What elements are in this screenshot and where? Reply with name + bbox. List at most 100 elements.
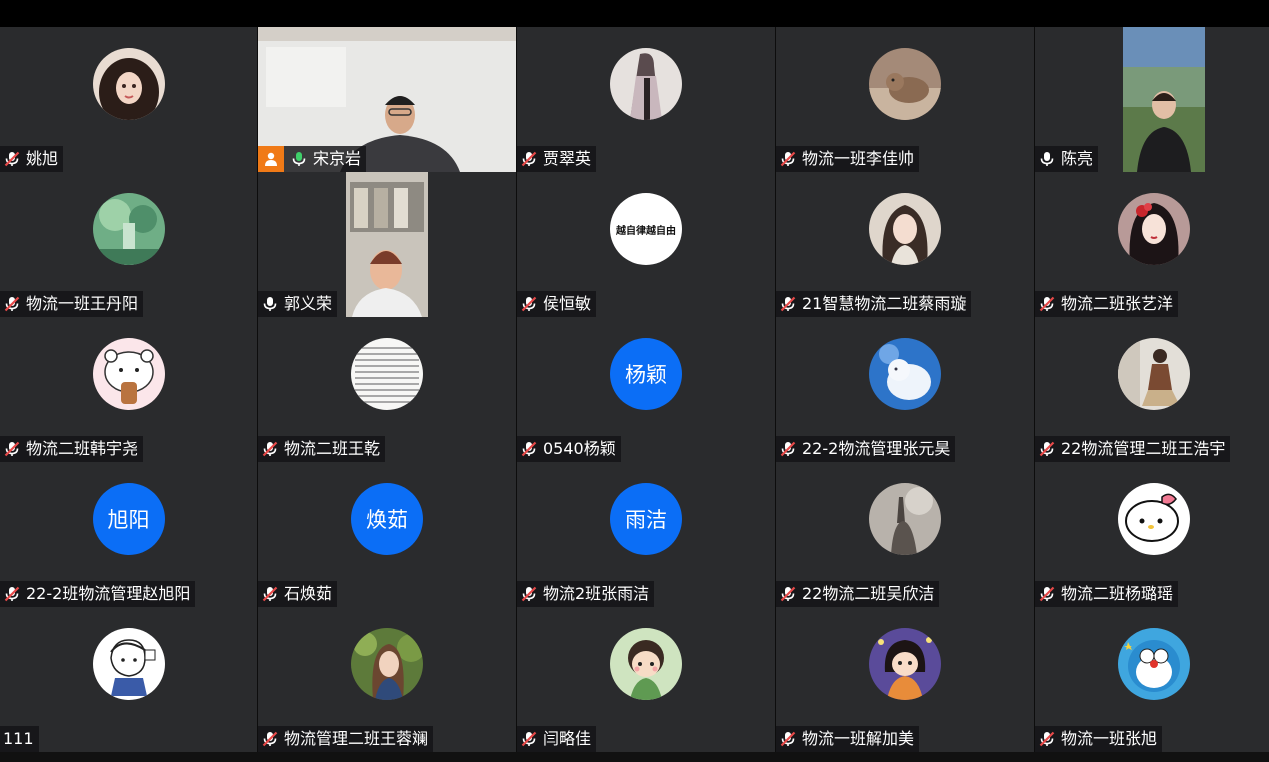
participant-avatar: 越自律越自由: [610, 193, 682, 265]
participant-name: 物流一班王丹阳: [26, 294, 139, 313]
participant-name-tag: 21智慧物流二班蔡雨璇: [776, 291, 972, 317]
participant-name: 物流管理二班王蓉斓: [284, 729, 429, 748]
participant-name: 宋京岩: [313, 149, 362, 168]
mic-muted-icon: [1038, 585, 1056, 603]
participant-initials-avatar: 旭阳: [92, 483, 165, 555]
participant-tile[interactable]: 111: [0, 607, 257, 752]
participant-name: 石焕茹: [284, 584, 333, 603]
participant-grid: 姚旭 宋京岩 贾翠英 物流一班李佳帅 陈亮 物流一班王丹阳 郭义荣 越自律越自由…: [0, 27, 1269, 752]
top-bar: [0, 0, 1269, 27]
participant-tile[interactable]: 杨颖 0540杨颖: [517, 317, 775, 462]
participant-name: 物流二班张艺洋: [1061, 294, 1174, 313]
participant-name-tag: 物流一班李佳帅: [776, 146, 920, 172]
mic-muted-icon: [3, 295, 21, 313]
participant-name: 贾翠英: [543, 149, 592, 168]
participant-name: 物流一班李佳帅: [802, 149, 915, 168]
participant-name-tag: 陈亮: [1035, 146, 1099, 172]
participant-avatar: [869, 628, 941, 700]
mic-muted-icon: [520, 440, 538, 458]
participant-tile[interactable]: 物流一班解加美: [776, 607, 1034, 752]
participant-tile[interactable]: 22物流管理二班王浩宇: [1035, 317, 1269, 462]
participant-avatar: [869, 483, 941, 555]
participant-name: 22-2物流管理张元昊: [802, 439, 951, 458]
participant-tile[interactable]: 物流一班张旭: [1035, 607, 1269, 752]
participant-name-tag: 物流二班张艺洋: [1035, 291, 1179, 317]
participant-name: 22物流二班吴欣洁: [802, 584, 935, 603]
participant-name-tag: 物流2班张雨洁: [517, 581, 655, 607]
participant-tile[interactable]: 物流二班韩宇尧: [0, 317, 257, 462]
mic-muted-icon: [1038, 440, 1056, 458]
mic-muted-icon: [779, 295, 797, 313]
participant-avatar: [92, 628, 165, 700]
mic-unmuted-icon: [1038, 150, 1056, 168]
participant-tile[interactable]: 姚旭: [0, 27, 257, 172]
participant-name: 物流2班张雨洁: [543, 584, 650, 603]
participant-name-tag: 姚旭: [0, 146, 64, 172]
mic-muted-icon: [779, 150, 797, 168]
participant-name-tag: 物流一班王丹阳: [0, 291, 144, 317]
participant-name: 侯恒敏: [543, 294, 592, 313]
participant-name: 物流二班杨璐瑶: [1061, 584, 1174, 603]
participant-avatar: [1118, 193, 1190, 265]
participant-name: 姚旭: [26, 149, 59, 168]
participant-avatar: [1118, 483, 1190, 555]
participant-tile[interactable]: 22物流二班吴欣洁: [776, 462, 1034, 607]
host-badge-icon: [258, 146, 284, 172]
participant-avatar: [869, 48, 941, 120]
participant-tile[interactable]: 贾翠英: [517, 27, 775, 172]
participant-avatar: [1118, 338, 1190, 410]
participant-name: 0540杨颖: [543, 439, 616, 458]
participant-tile[interactable]: 物流二班杨璐瑶: [1035, 462, 1269, 607]
participant-avatar: [92, 193, 165, 265]
mic-muted-icon: [1038, 295, 1056, 313]
participant-name-tag: 22-2物流管理张元昊: [776, 436, 956, 462]
bottom-bar: [0, 752, 1269, 762]
participant-initials-avatar: 焕茹: [351, 483, 423, 555]
participant-name-tag: 贾翠英: [517, 146, 597, 172]
participant-avatar: [351, 628, 423, 700]
participant-tile[interactable]: 闫略佳: [517, 607, 775, 752]
participant-tile[interactable]: 物流一班李佳帅: [776, 27, 1034, 172]
participant-video: [1123, 27, 1205, 172]
participant-name: 111: [3, 729, 34, 748]
participant-initials-avatar: 杨颖: [610, 338, 682, 410]
avatar-calligraphy: 越自律越自由: [615, 224, 676, 237]
participant-tile[interactable]: 越自律越自由 侯恒敏: [517, 172, 775, 317]
mic-muted-icon: [3, 585, 21, 603]
mic-muted-icon: [3, 150, 21, 168]
participant-tile[interactable]: 物流一班王丹阳: [0, 172, 257, 317]
participant-name-tag: 闫略佳: [517, 726, 597, 752]
participant-avatar: [869, 193, 941, 265]
participant-name: 闫略佳: [543, 729, 592, 748]
participant-tile[interactable]: 22-2物流管理张元昊: [776, 317, 1034, 462]
participant-tile[interactable]: 21智慧物流二班蔡雨璇: [776, 172, 1034, 317]
participant-name: 陈亮: [1061, 149, 1094, 168]
mic-muted-icon: [779, 440, 797, 458]
participant-name: 22-2班物流管理赵旭阳: [26, 584, 191, 603]
participant-tile[interactable]: 物流二班张艺洋: [1035, 172, 1269, 317]
participant-tile[interactable]: 郭义荣: [258, 172, 516, 317]
participant-name-tag: 石焕茹: [258, 581, 338, 607]
participant-tile[interactable]: 旭阳 22-2班物流管理赵旭阳: [0, 462, 257, 607]
participant-initials-avatar: 雨洁: [610, 483, 682, 555]
participant-tile[interactable]: 焕茹 石焕茹: [258, 462, 516, 607]
mic-muted-icon: [520, 730, 538, 748]
participant-tile[interactable]: 雨洁 物流2班张雨洁: [517, 462, 775, 607]
participant-name: 物流二班韩宇尧: [26, 439, 139, 458]
mic-muted-icon: [779, 585, 797, 603]
participant-name-tag: 22物流二班吴欣洁: [776, 581, 940, 607]
participant-tile[interactable]: 陈亮: [1035, 27, 1269, 172]
participant-name-tag: 111: [0, 726, 39, 752]
mic-muted-icon: [261, 440, 279, 458]
participant-avatar: [610, 628, 682, 700]
participant-name: 物流一班张旭: [1061, 729, 1158, 748]
participant-tile-active-speaker[interactable]: 宋京岩: [258, 27, 516, 172]
mic-muted-icon: [779, 730, 797, 748]
mic-muted-icon: [3, 440, 21, 458]
participant-tile[interactable]: 物流二班王乾: [258, 317, 516, 462]
participant-tile[interactable]: 物流管理二班王蓉斓: [258, 607, 516, 752]
participant-avatar: [351, 338, 423, 410]
participant-avatar: [92, 48, 165, 120]
participant-name: 物流二班王乾: [284, 439, 381, 458]
participant-name-tag: 物流一班张旭: [1035, 726, 1163, 752]
